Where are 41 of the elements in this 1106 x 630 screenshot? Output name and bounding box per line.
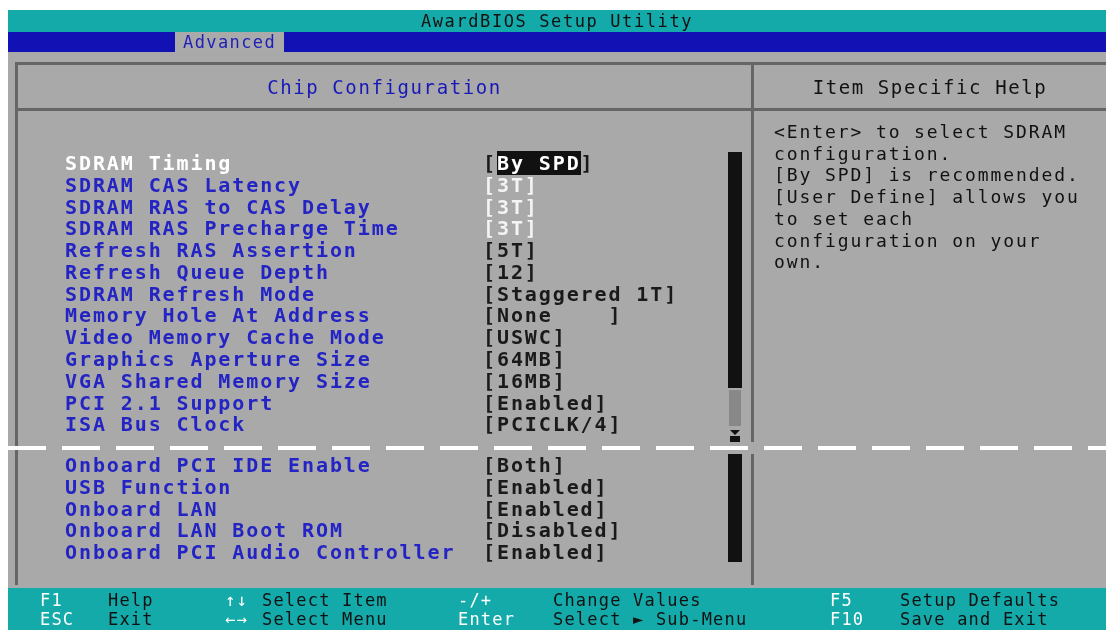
key-name: -/+ bbox=[458, 590, 494, 610]
key-name: Enter bbox=[458, 609, 517, 629]
setting-label[interactable]: Video Memory Cache Mode bbox=[65, 325, 483, 350]
key-action: Help bbox=[108, 590, 155, 610]
window-title: AwardBIOS Setup Utility bbox=[420, 11, 694, 31]
help-title: Item Specific Help bbox=[812, 75, 1048, 98]
scrollbar-track[interactable] bbox=[727, 454, 743, 562]
setting-value[interactable]: [Enabled] bbox=[483, 390, 609, 415]
setting-value[interactable]: [Disabled] bbox=[483, 518, 623, 543]
setting-label[interactable]: Onboard PCI IDE Enable bbox=[65, 452, 483, 477]
setting-value[interactable]: [Both] bbox=[483, 452, 567, 477]
setting-value[interactable]: [USWC] bbox=[483, 325, 567, 350]
setting-label[interactable]: Graphics Aperture Size bbox=[65, 347, 483, 372]
setting-label[interactable]: Onboard PCI Audio Controller bbox=[65, 540, 483, 565]
setting-value[interactable]: [Staggered 1T] bbox=[483, 281, 679, 306]
key-name: F5 bbox=[830, 590, 854, 610]
setting-label[interactable]: Memory Hole At Address bbox=[65, 303, 483, 328]
setting-value[interactable]: [Enabled] bbox=[483, 496, 609, 521]
setting-label[interactable]: Onboard LAN bbox=[65, 496, 483, 521]
setting-label[interactable]: USB Function bbox=[65, 474, 483, 499]
setting-label[interactable]: Onboard LAN Boot ROM bbox=[65, 518, 483, 543]
panel-title: Chip Configuration bbox=[267, 75, 502, 98]
key-action: Change Values bbox=[553, 590, 703, 610]
setting-value[interactable]: [PCICLK/4] bbox=[483, 412, 623, 437]
key-name: ↑↓ bbox=[225, 590, 249, 610]
key-name: F1 bbox=[40, 590, 64, 610]
key-name: F10 bbox=[830, 609, 866, 629]
key-action: Save and Exit bbox=[900, 609, 1050, 629]
key-action: Exit bbox=[108, 609, 155, 629]
scrollbar-drawing[interactable] bbox=[727, 152, 743, 442]
setting-value[interactable]: [Enabled] bbox=[483, 540, 609, 565]
menu-tab[interactable]: Advanced bbox=[175, 32, 285, 52]
key-name: ESC bbox=[40, 609, 76, 629]
key-action: Select Item bbox=[262, 590, 389, 610]
help-text: <Enter> to select SDRAM configuration. [By SPD] is recommended. [User Define] allows you to set each configuration on your own. bbox=[774, 121, 1081, 273]
key-action: Setup Defaults bbox=[900, 590, 1062, 610]
key-action: Select Menu bbox=[262, 609, 389, 629]
setting-label[interactable]: SDRAM Timing bbox=[65, 150, 483, 175]
key-name: ←→ bbox=[225, 609, 249, 629]
setting-value[interactable]: [Enabled] bbox=[483, 474, 609, 499]
key-action: Select ► Sub-Menu bbox=[553, 609, 749, 629]
